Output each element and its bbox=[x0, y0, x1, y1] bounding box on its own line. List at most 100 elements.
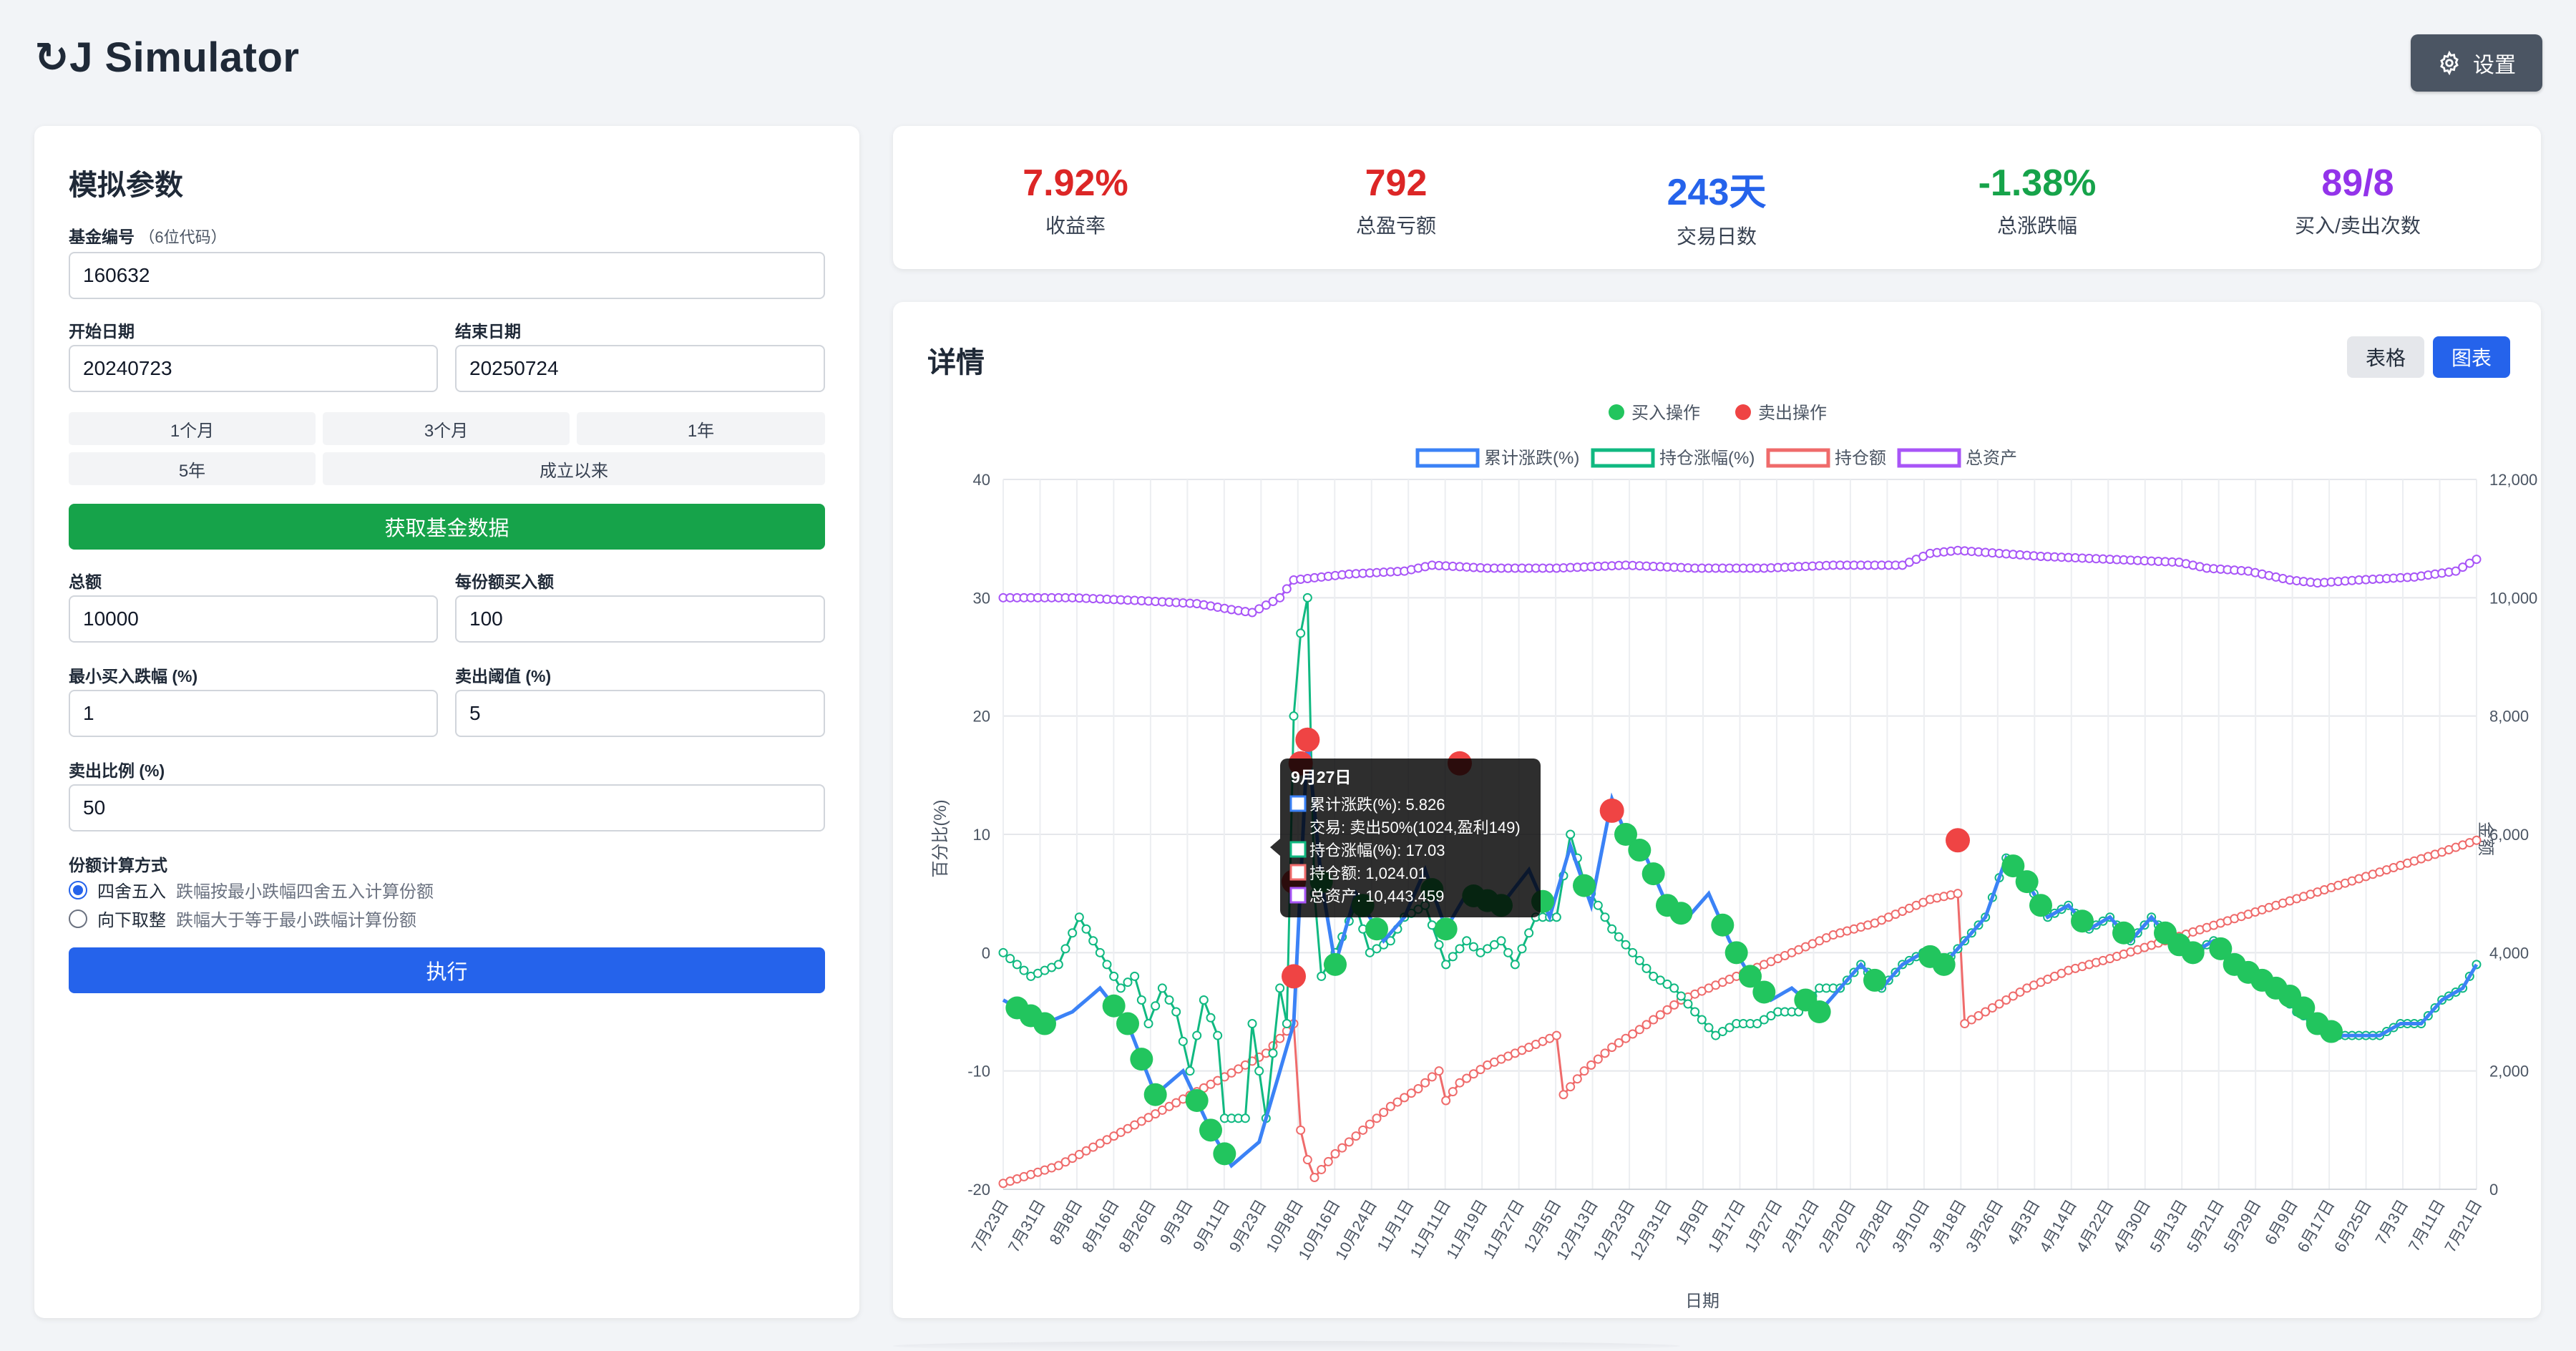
series-position-pct-point bbox=[1171, 1007, 1181, 1017]
series-position-pct-point bbox=[1206, 1013, 1216, 1023]
stat-change-label: 总涨跌幅 bbox=[1996, 215, 2077, 237]
fund-code-label: 基金编号 （6位代码） bbox=[69, 228, 227, 246]
range-3m-button[interactable]: 3个月 bbox=[323, 412, 570, 445]
legend-series-3-label: 总资产 bbox=[1966, 449, 2017, 468]
range-1m-button[interactable]: 1个月 bbox=[69, 412, 316, 445]
sell-threshold-input[interactable]: 5 bbox=[455, 690, 825, 737]
buy-marker bbox=[1711, 913, 1735, 937]
buy-marker bbox=[1199, 1118, 1222, 1142]
series-position-pct-point bbox=[1621, 940, 1631, 950]
series-position-pct-point bbox=[1607, 924, 1617, 934]
series-position-pct-point bbox=[1060, 944, 1070, 954]
series-position-amount-point bbox=[1593, 1054, 1603, 1064]
legend-series-1-swatch bbox=[1591, 448, 1655, 468]
method-floor-option[interactable]: 向下取整 跌幅大于等于最小跌幅计算份额 bbox=[69, 906, 416, 931]
series-position-pct-point bbox=[1462, 936, 1472, 946]
stat-pnl-value: 792 bbox=[1365, 162, 1428, 204]
series-position-pct-point bbox=[1468, 942, 1478, 952]
total-input[interactable]: 10000 bbox=[69, 595, 438, 643]
buy-marker bbox=[1185, 1089, 1209, 1112]
series-position-amount-point bbox=[1634, 1025, 1644, 1035]
y-tick-label: -20 bbox=[967, 1181, 990, 1199]
method-round-option[interactable]: 四舍五入 跌幅按最小跌幅四舍五入计算份额 bbox=[69, 877, 434, 902]
series-position-amount-point bbox=[1551, 1030, 1561, 1040]
series-position-amount-point bbox=[1302, 1155, 1312, 1165]
end-date-input[interactable]: 20250724 bbox=[455, 345, 825, 392]
legend-series-2-swatch bbox=[1766, 448, 1830, 468]
buy-marker bbox=[1116, 1012, 1139, 1035]
sell-ratio-input[interactable]: 50 bbox=[69, 784, 825, 831]
series-position-pct-point bbox=[1455, 944, 1465, 954]
range-inception-button[interactable]: 成立以来 bbox=[323, 452, 825, 485]
series-position-pct-point bbox=[1669, 983, 1679, 993]
tooltip-line: 总资产: 10,443.459 bbox=[1309, 887, 1444, 905]
method-round-desc: 跌幅按最小跌幅四舍五入计算份额 bbox=[176, 882, 434, 902]
sell-marker bbox=[1282, 964, 1306, 989]
sell-marker bbox=[1599, 798, 1624, 823]
series-position-amount-point bbox=[2472, 835, 2482, 845]
range-1y-button[interactable]: 1年 bbox=[577, 412, 825, 445]
series-position-amount-point bbox=[1572, 1074, 1582, 1084]
x-tick-label: 4月3日 bbox=[2004, 1196, 2044, 1248]
y-tick-label: 30 bbox=[973, 589, 990, 607]
series-position-pct-point bbox=[1524, 928, 1534, 938]
tooltip-caret bbox=[1270, 839, 1280, 856]
stat-return-label: 收益率 bbox=[1045, 215, 1106, 237]
fund-code-hint: （6位代码） bbox=[139, 228, 227, 246]
series-position-pct-point bbox=[1199, 995, 1209, 1005]
run-button[interactable]: 执行 bbox=[69, 947, 825, 993]
series-position-pct-point bbox=[1053, 960, 1063, 970]
series-total-assets-point bbox=[1275, 592, 1285, 603]
stat-days: 243天 交易日数 bbox=[1574, 162, 1860, 250]
stat-change-value: -1.38% bbox=[1978, 162, 2097, 204]
buy-marker bbox=[1932, 952, 1956, 976]
legend-series-1-label: 持仓涨幅(%) bbox=[1659, 449, 1755, 468]
fetch-data-button[interactable]: 获取基金数据 bbox=[69, 504, 825, 550]
buy-marker bbox=[1143, 1083, 1167, 1106]
method-floor-name: 向下取整 bbox=[97, 911, 166, 930]
series-position-pct-point bbox=[1566, 829, 1576, 839]
buy-marker bbox=[1324, 952, 1347, 976]
chart-grid bbox=[1002, 479, 2477, 1190]
buy-marker bbox=[1669, 902, 1693, 925]
ops-legend: 买入操作 卖出操作 bbox=[1609, 404, 1827, 423]
series-position-pct-point bbox=[1095, 947, 1105, 957]
y-axis-label: 百分比(%) bbox=[931, 799, 950, 877]
settings-button[interactable]: 设置 bbox=[2411, 34, 2542, 92]
buy-marker bbox=[1573, 874, 1596, 897]
tooltip-swatch bbox=[1289, 841, 1307, 858]
stat-pnl-label: 总盈亏额 bbox=[1355, 215, 1436, 237]
series-position-pct-point bbox=[1164, 995, 1174, 1005]
y-tick-label: 20 bbox=[973, 708, 990, 726]
series-position-amount-point bbox=[1317, 1164, 1327, 1174]
settings-label: 设置 bbox=[2473, 54, 2516, 77]
series-position-amount-point bbox=[1448, 1087, 1458, 1097]
range-5y-button[interactable]: 5年 bbox=[69, 452, 316, 485]
series-position-amount-point bbox=[1558, 1090, 1568, 1100]
series-position-pct-point bbox=[1123, 977, 1133, 987]
min-drop-input[interactable]: 1 bbox=[69, 690, 438, 737]
y-tick-label: 0 bbox=[982, 944, 990, 962]
series-position-amount-point bbox=[1600, 1048, 1610, 1058]
buy-marker bbox=[1434, 917, 1458, 941]
radio-round[interactable] bbox=[69, 880, 87, 899]
start-date-input[interactable]: 20240723 bbox=[69, 345, 438, 392]
buy-marker bbox=[2320, 1020, 2343, 1043]
per-share-input[interactable]: 100 bbox=[455, 595, 825, 643]
series-position-amount-point bbox=[1330, 1148, 1340, 1159]
series-position-pct-point bbox=[1641, 963, 1652, 973]
min-drop-label: 最小买入跌幅 (%) bbox=[69, 667, 198, 686]
sell-marker bbox=[1295, 727, 1320, 752]
buy-marker bbox=[1641, 862, 1665, 886]
radio-floor[interactable] bbox=[69, 909, 87, 928]
series-position-pct-point bbox=[1517, 944, 1527, 954]
y-tick-label: 40 bbox=[973, 471, 990, 489]
fund-code-input[interactable]: 160632 bbox=[69, 252, 825, 299]
x-tick-label: 8月8日 bbox=[1045, 1196, 1085, 1248]
series-position-pct-point bbox=[1254, 1066, 1264, 1076]
series-position-amount-point bbox=[1953, 889, 1963, 899]
params-panel: 模拟参数 基金编号 （6位代码） 160632 开始日期 20240723 结束… bbox=[34, 126, 859, 1318]
total-label: 总额 bbox=[69, 572, 102, 591]
series-position-pct-point bbox=[1434, 940, 1444, 950]
series-position-pct-point bbox=[1074, 912, 1084, 922]
